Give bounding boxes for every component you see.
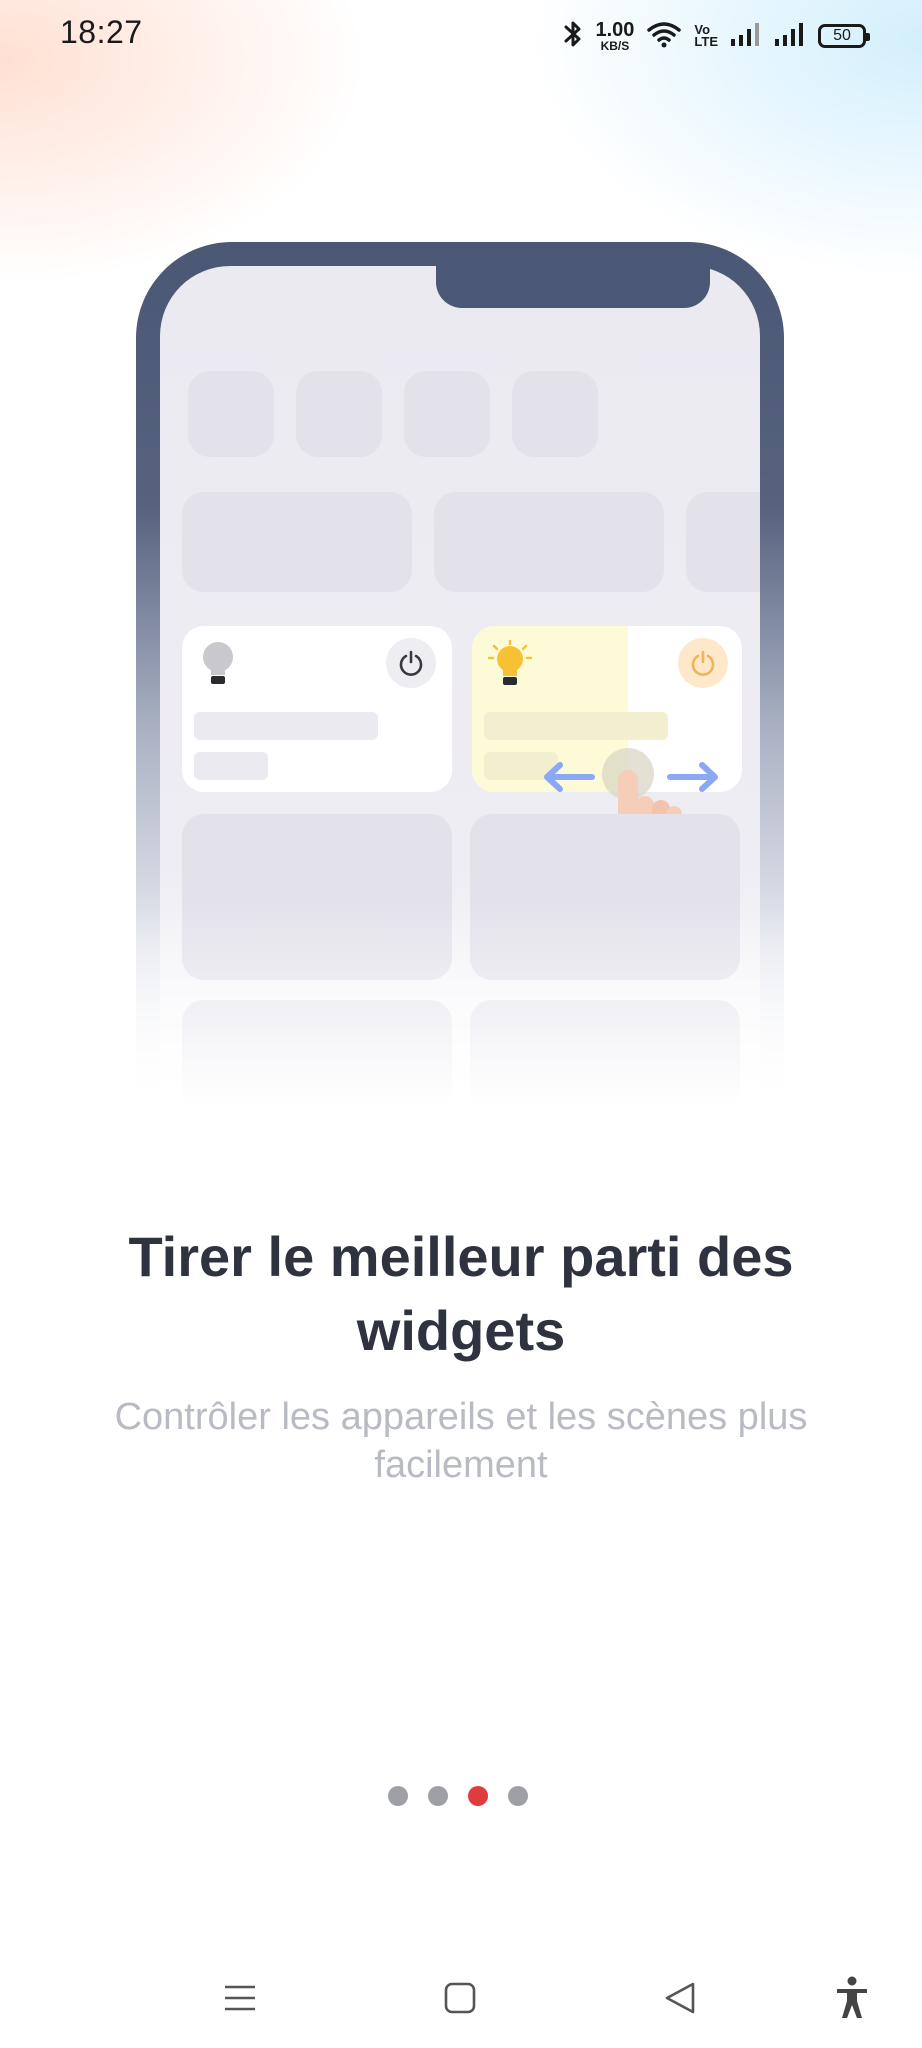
page-dot[interactable] (508, 1786, 528, 1806)
placeholder-bar (194, 752, 268, 780)
status-icons: 1.00 KB/S Vo LTE 50 (563, 16, 870, 56)
page-dot[interactable] (388, 1786, 408, 1806)
menu-icon[interactable] (212, 1970, 268, 2026)
back-icon[interactable] (652, 1970, 708, 2026)
network-speed: 1.00 KB/S (595, 20, 634, 52)
bulb-off-icon (200, 640, 236, 695)
accessibility-icon[interactable] (824, 1970, 880, 2026)
power-icon (678, 638, 728, 688)
volte-icon: Vo LTE (694, 22, 718, 49)
page-title: Tirer le meilleur parti des widgets (128, 1225, 794, 1362)
system-nav-bar (0, 1948, 922, 2048)
placeholder-tile (296, 371, 382, 457)
placeholder-card (686, 492, 760, 592)
battery-icon: 50 (818, 24, 870, 48)
phone-notch (436, 266, 710, 308)
power-icon (386, 638, 436, 688)
placeholder-tile (404, 371, 490, 457)
illustration-fade (136, 902, 784, 1122)
bluetooth-icon (563, 19, 583, 54)
placeholder-bar (194, 712, 378, 740)
light-widget-off (182, 626, 452, 792)
wifi-icon (646, 19, 682, 54)
bulb-on-icon (487, 638, 533, 695)
signal-icon (774, 21, 806, 52)
arrow-left-icon (542, 760, 596, 799)
battery-level: 50 (833, 27, 851, 44)
home-icon[interactable] (432, 1970, 488, 2026)
placeholder-bar (484, 712, 668, 740)
page-subtitle: Contrôler les appareils et les scènes pl… (114, 1396, 808, 1486)
network-speed-unit: KB/S (600, 39, 630, 53)
status-time: 18:27 (60, 14, 143, 50)
page-indicator (388, 1786, 528, 1806)
network-speed-value: 1.00 (595, 19, 635, 41)
placeholder-card (434, 492, 664, 592)
widgets-illustration (136, 242, 784, 1122)
page-dot-active[interactable] (468, 1786, 488, 1806)
page-dot[interactable] (428, 1786, 448, 1806)
placeholder-tile (512, 371, 598, 457)
volte-bottom-label: LTE (694, 34, 718, 49)
placeholder-card (182, 492, 412, 592)
placeholder-tile (188, 371, 274, 457)
signal-icon (730, 21, 762, 52)
status-bar: 18:27 1.00 KB/S Vo LTE 50 (0, 0, 922, 70)
